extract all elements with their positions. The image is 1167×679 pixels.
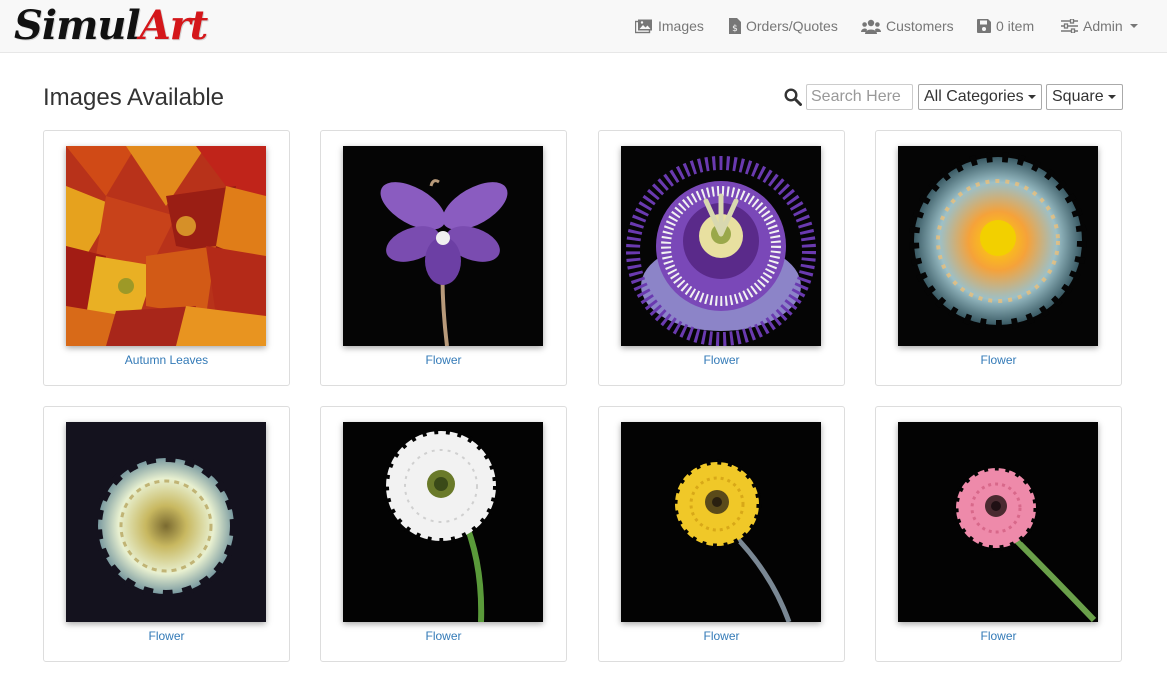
- nav-customers[interactable]: Customers: [861, 0, 954, 52]
- image-caption[interactable]: Flower: [44, 629, 289, 643]
- image-thumbnail[interactable]: [66, 422, 266, 622]
- image-card[interactable]: Flower: [875, 130, 1122, 386]
- nav-admin-label: Admin: [1083, 18, 1123, 34]
- image-caption[interactable]: Autumn Leaves: [44, 353, 289, 367]
- image-caption[interactable]: Flower: [599, 353, 844, 367]
- users-icon: [861, 19, 881, 34]
- search-input[interactable]: [806, 84, 913, 110]
- image-card[interactable]: Flower: [598, 406, 845, 662]
- svg-text:$: $: [732, 24, 738, 34]
- shape-dropdown[interactable]: Square: [1046, 84, 1123, 110]
- image-thumbnail[interactable]: [66, 146, 266, 346]
- image-caption[interactable]: Flower: [876, 629, 1121, 643]
- nav-orders[interactable]: $ Orders/Quotes: [729, 0, 838, 52]
- category-dropdown[interactable]: All Categories: [918, 84, 1042, 110]
- page-title: Images Available: [43, 84, 225, 111]
- images-icon: [635, 19, 652, 33]
- image-caption[interactable]: Flower: [876, 353, 1121, 367]
- brand-logo-part2: Art: [139, 2, 209, 49]
- image-thumbnail[interactable]: [621, 422, 821, 622]
- image-thumbnail[interactable]: [898, 422, 1098, 622]
- nav-cart[interactable]: 0 item: [977, 0, 1034, 52]
- nav-orders-label: Orders/Quotes: [746, 18, 838, 34]
- nav-images-label: Images: [658, 18, 704, 34]
- brand-logo-part1: Simul: [14, 2, 141, 49]
- category-dropdown-label: All Categories: [924, 88, 1024, 105]
- shape-dropdown-label: Square: [1052, 88, 1104, 105]
- image-thumbnail[interactable]: [343, 146, 543, 346]
- search-icon[interactable]: [784, 88, 802, 106]
- image-card[interactable]: Autumn Leaves: [43, 130, 290, 386]
- chevron-down-icon: [1129, 24, 1138, 28]
- sliders-icon: [1061, 19, 1078, 33]
- image-card[interactable]: Flower: [875, 406, 1122, 662]
- image-caption[interactable]: Flower: [321, 353, 566, 367]
- nav-customers-label: Customers: [886, 18, 954, 34]
- image-card[interactable]: Flower: [320, 130, 567, 386]
- image-thumbnail[interactable]: [343, 422, 543, 622]
- brand-logo[interactable]: SimulArt: [14, 0, 209, 52]
- invoice-icon: $: [729, 18, 741, 34]
- image-card[interactable]: Flower: [320, 406, 567, 662]
- image-caption[interactable]: Flower: [321, 629, 566, 643]
- chevron-down-icon: [1107, 95, 1116, 99]
- image-thumbnail[interactable]: [898, 146, 1098, 346]
- image-caption[interactable]: Flower: [599, 629, 844, 643]
- image-thumbnail[interactable]: [621, 146, 821, 346]
- navbar: SimulArt Images $ Orders/Quotes Customer…: [0, 0, 1167, 53]
- save-icon: [977, 19, 991, 33]
- image-card[interactable]: Flower: [598, 130, 845, 386]
- image-card[interactable]: Flower: [43, 406, 290, 662]
- nav-images[interactable]: Images: [635, 0, 704, 52]
- nav-cart-label: 0 item: [996, 18, 1035, 34]
- chevron-down-icon: [1027, 95, 1036, 99]
- nav-admin[interactable]: Admin: [1061, 0, 1138, 52]
